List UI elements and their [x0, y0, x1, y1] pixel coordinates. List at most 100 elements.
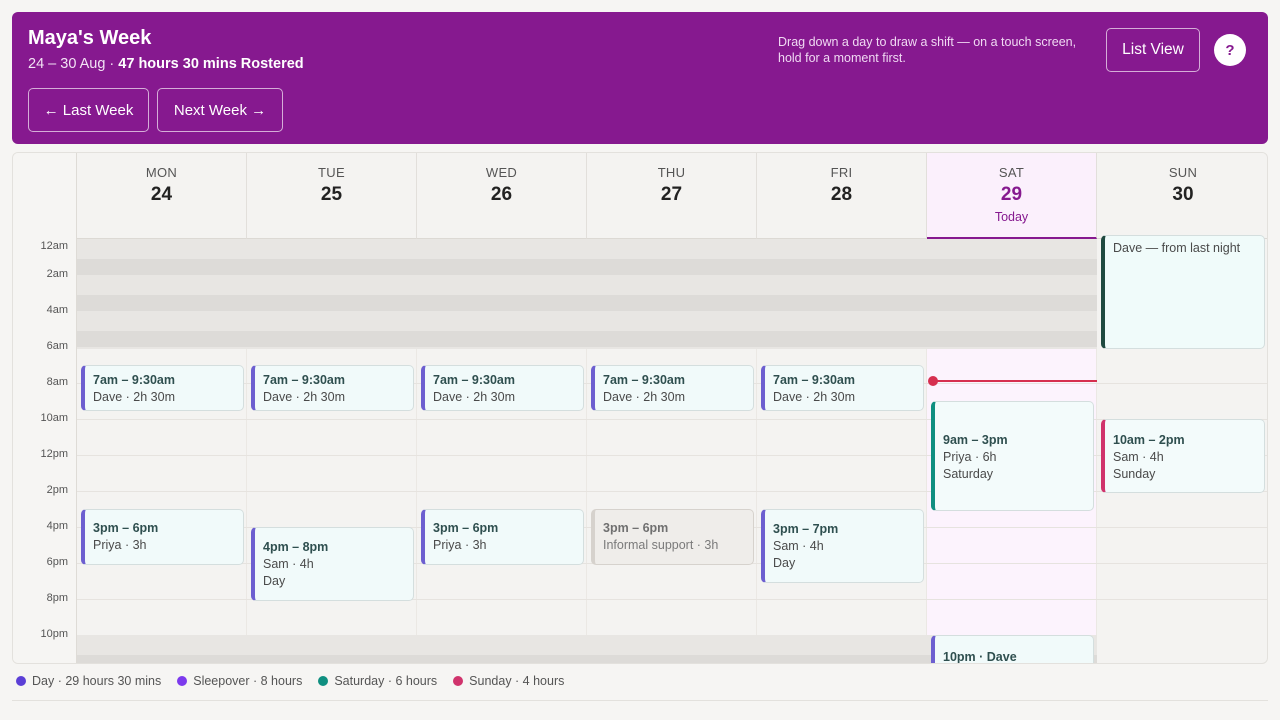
legend-day: Day · 29 hours 30 mins [16, 674, 161, 688]
shift-thu-am[interactable]: 7am – 9:30am Dave · 2h 30m [591, 365, 754, 411]
legend-label: Sunday · 4 hours [469, 674, 565, 688]
shift-detail: Informal support · 3h [603, 538, 719, 552]
legend-saturday: Saturday · 6 hours [318, 674, 437, 688]
legend-label: Saturday · 6 hours [334, 674, 438, 688]
shift-type: Day [263, 574, 286, 588]
legend-dot-icon [177, 676, 188, 686]
legend-sleepover: Sleepover · 8 hours [177, 674, 302, 688]
shift-sat-sleepover[interactable]: 10pm · Dave [931, 635, 1094, 664]
shift-detail: Sam · 4h [1113, 450, 1164, 464]
night-band [77, 347, 1097, 349]
shift-detail: Sam · 4h [773, 539, 824, 553]
shift-time: 4pm – 8pm [263, 540, 329, 554]
day-name: WED [485, 165, 518, 180]
shift-type: Sunday [1113, 467, 1156, 481]
shift-detail: Priya · 3h [433, 538, 487, 552]
shift-detail: Dave · 2h 30m [773, 390, 855, 404]
time-gutter: 12am 2am 4am 6am 8am 10am 12pm 2pm 4pm 6… [13, 153, 77, 663]
help-button[interactable]: ? [1214, 34, 1246, 66]
time-label: 2am [46, 268, 68, 280]
next-week-button[interactable]: Next Week → [157, 88, 283, 132]
time-label: 8pm [46, 592, 68, 604]
shift-wed-pm[interactable]: 3pm – 6pm Priya · 3h [421, 509, 584, 565]
shift-type: Day [773, 556, 796, 570]
shift-tue-am[interactable]: 7am – 9:30am Dave · 2h 30m [251, 365, 414, 411]
shift-tue-pm[interactable]: 4pm – 8pm Sam · 4h Day [251, 527, 414, 601]
last-week-button[interactable]: ← Last Week [28, 88, 149, 132]
shift-thu-pm-informal[interactable]: 3pm – 6pm Informal support · 3h [591, 509, 754, 565]
shift-detail: Dave · 2h 30m [93, 390, 175, 404]
day-header-mon[interactable]: MON 24 [77, 153, 247, 239]
shift-detail: Priya · 6h [943, 450, 997, 464]
week-calendar: 12am 2am 4am 6am 8am 10am 12pm 2pm 4pm 6… [12, 152, 1268, 664]
day-number: 24 [150, 184, 173, 205]
day-header-fri[interactable]: FRI 28 [757, 153, 927, 239]
day-number: 25 [320, 184, 343, 205]
day-header-tue[interactable]: TUE 25 [247, 153, 417, 239]
shift-detail: Sam · 4h [263, 557, 314, 571]
night-band [77, 331, 1097, 347]
shift-legend: Day · 29 hours 30 mins Sleepover · 8 hou… [16, 674, 564, 688]
day-number: 30 [1172, 184, 1194, 205]
current-time-line [933, 380, 1097, 382]
shift-time: 10pm · Dave [943, 650, 1017, 664]
night-band [77, 239, 1097, 259]
day-header-wed[interactable]: WED 26 [417, 153, 587, 239]
shift-sun-sleepover[interactable]: Dave — from last night [1101, 235, 1265, 349]
page-title: Maya's Week [28, 27, 152, 49]
day-name: FRI [830, 165, 853, 180]
shift-time: 7am – 9:30am [773, 373, 856, 387]
night-band [77, 275, 1097, 295]
legend-dot-icon [16, 676, 26, 686]
shift-wed-am[interactable]: 7am – 9:30am Dave · 2h 30m [421, 365, 584, 411]
day-name: SAT [998, 165, 1025, 180]
drag-hint: Drag down a day to draw a shift — on a t… [778, 35, 1077, 65]
shift-detail: Priya · 3h [93, 538, 147, 552]
day-number: 29 [1000, 184, 1023, 205]
time-label: 8am [46, 376, 68, 388]
time-label: 2pm [46, 484, 68, 496]
day-header-sun[interactable]: SUN 30 [1097, 153, 1267, 239]
time-label: 10am [40, 412, 68, 424]
shift-mon-am[interactable]: 7am – 9:30am Dave · 2h 30m [81, 365, 244, 411]
list-view-button[interactable]: List View [1106, 28, 1200, 72]
shift-fri-am[interactable]: 7am – 9:30am Dave · 2h 30m [761, 365, 924, 411]
legend-label: Day · 29 hours 30 mins [32, 674, 162, 688]
day-name: MON [145, 165, 178, 180]
shift-time: 9am – 3pm [943, 433, 1008, 447]
day-header-sat[interactable]: SAT 29 Today [927, 153, 1097, 239]
shift-time: 7am – 9:30am [93, 373, 176, 387]
shift-sat-day[interactable]: 9am – 3pm Priya · 6h Saturday [931, 401, 1094, 511]
shift-time: 7am – 9:30am [603, 373, 686, 387]
shift-type: Saturday [943, 467, 994, 481]
time-label: 12am [40, 240, 68, 252]
shift-detail: Dave · 2h 30m [603, 390, 685, 404]
shift-time: 7am – 9:30am [263, 373, 346, 387]
day-name: TUE [318, 165, 345, 180]
week-subtitle: 24 – 30 Aug · 47 hours 30 mins Rostered [28, 56, 304, 72]
legend-label: Sleepover · 8 hours [193, 674, 303, 688]
night-band [77, 295, 1097, 311]
shift-time: 3pm – 7pm [773, 522, 839, 536]
day-number: 27 [660, 184, 683, 205]
legend-dot-icon [318, 676, 329, 686]
day-number: 28 [830, 184, 853, 205]
time-label: 6am [46, 340, 68, 352]
day-header-thu[interactable]: THU 27 [587, 153, 757, 239]
calendar-grid[interactable]: Dave — from last night 7am – 9:30am Dave… [77, 235, 1267, 664]
today-label: Today [994, 210, 1029, 224]
shift-detail: Dave · 2h 30m [433, 390, 515, 404]
shift-fri-pm[interactable]: 3pm – 7pm Sam · 4h Day [761, 509, 924, 583]
shift-time: 3pm – 6pm [603, 521, 669, 535]
shift-sun-day[interactable]: 10am – 2pm Sam · 4h Sunday [1101, 419, 1265, 493]
shift-time: 10am – 2pm [1113, 433, 1185, 447]
night-band [77, 259, 1097, 275]
date-range: 24 – 30 Aug · [28, 56, 119, 72]
time-label: 4am [46, 304, 68, 316]
shift-mon-pm[interactable]: 3pm – 6pm Priya · 3h [81, 509, 244, 565]
rostered-hours: 47 hours 30 mins Rostered [118, 56, 304, 72]
day-number: 26 [490, 184, 513, 205]
divider [12, 700, 1268, 701]
time-label: 10pm [40, 628, 68, 640]
day-name: SUN [1168, 165, 1198, 180]
